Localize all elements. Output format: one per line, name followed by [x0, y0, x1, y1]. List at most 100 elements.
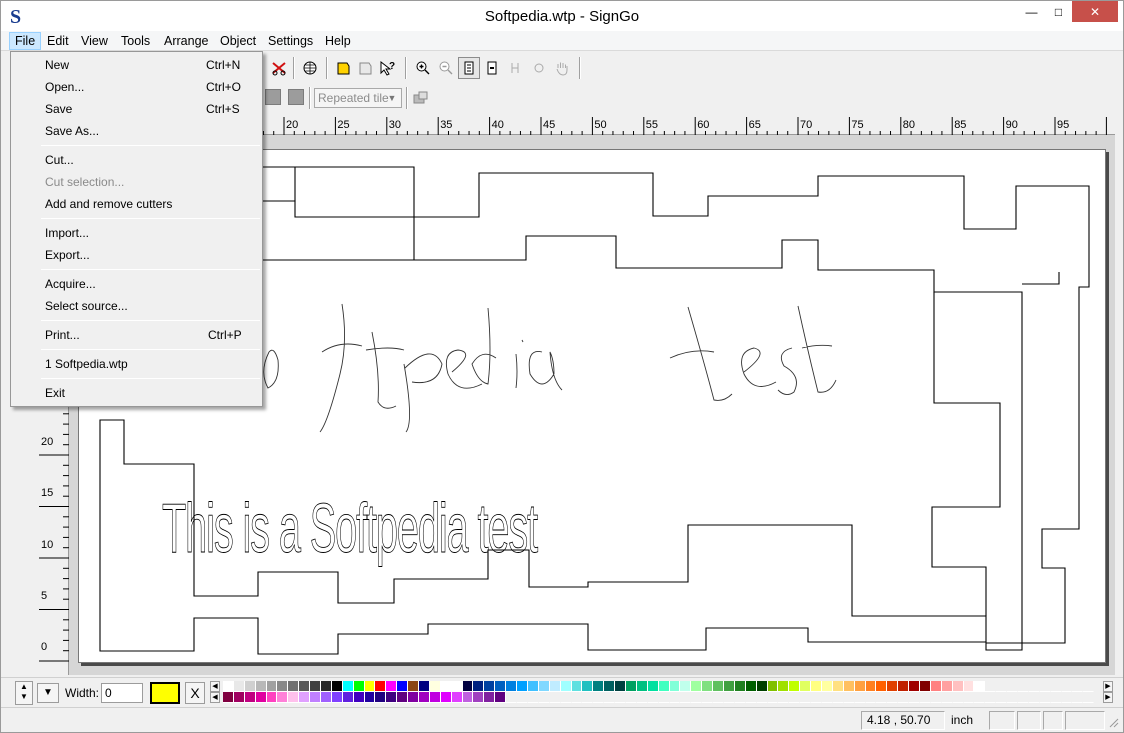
- palette-swatch[interactable]: [223, 681, 234, 692]
- color-palette[interactable]: [223, 681, 1100, 705]
- palette-swatch[interactable]: [615, 681, 626, 692]
- palette-swatch[interactable]: [549, 681, 561, 692]
- palette-swatch[interactable]: [952, 681, 964, 692]
- palette-scroll-left-icon[interactable]: ◀: [210, 681, 220, 692]
- width-input[interactable]: 0: [101, 683, 143, 703]
- palette-swatch[interactable]: [364, 681, 376, 692]
- palette-swatch[interactable]: [321, 692, 332, 703]
- palette-swatch[interactable]: [484, 681, 496, 692]
- palette-swatch[interactable]: [495, 681, 507, 692]
- palette-swatch[interactable]: [419, 692, 430, 703]
- menu-file[interactable]: File: [9, 32, 42, 50]
- palette-swatch[interactable]: [440, 681, 452, 692]
- weed-tool-icon[interactable]: [332, 57, 354, 79]
- menu-item-select-source[interactable]: Select source...: [12, 296, 261, 316]
- palette-swatch[interactable]: [233, 681, 245, 692]
- palette-swatch[interactable]: [321, 681, 332, 692]
- palette-swatch[interactable]: [419, 681, 430, 692]
- zoom-selection-icon[interactable]: [528, 57, 550, 79]
- menu-view[interactable]: View: [76, 32, 113, 50]
- palette-swatch[interactable]: [408, 681, 420, 692]
- palette-swatch[interactable]: [364, 692, 376, 703]
- palette-swatch[interactable]: [288, 692, 300, 703]
- palette-swatch[interactable]: [244, 692, 256, 703]
- palette-swatch[interactable]: [800, 681, 812, 692]
- palette-swatch[interactable]: [636, 681, 648, 692]
- palette-swatch[interactable]: [310, 681, 322, 692]
- palette-swatch[interactable]: [397, 681, 409, 692]
- palette-swatch[interactable]: [821, 681, 833, 692]
- handwriting-stroke-path[interactable]: [263, 303, 837, 433]
- zoom-width-icon[interactable]: [481, 57, 503, 79]
- palette-swatch[interactable]: [495, 692, 507, 703]
- palette-swatch[interactable]: [277, 692, 289, 703]
- menu-item-new[interactable]: New Ctrl+N: [12, 55, 261, 75]
- outline-text[interactable]: This is a Softpedia test: [162, 489, 541, 568]
- palette-swatch[interactable]: [669, 681, 681, 692]
- palette-swatch[interactable]: [571, 681, 583, 692]
- palette-swatch[interactable]: [440, 692, 452, 703]
- zoom-out-icon[interactable]: [435, 57, 457, 79]
- maximize-button[interactable]: □: [1045, 1, 1072, 22]
- palette-swatch[interactable]: [734, 681, 746, 692]
- pan-hand-icon[interactable]: [551, 57, 573, 79]
- palette-swatch[interactable]: [331, 681, 343, 692]
- zoom-height-icon[interactable]: [504, 57, 526, 79]
- palette-swatch[interactable]: [473, 681, 485, 692]
- palette-swatch[interactable]: [625, 681, 637, 692]
- palette-swatch[interactable]: [353, 692, 365, 703]
- menu-item-print[interactable]: Print... Ctrl+P: [12, 325, 261, 345]
- palette-swatch[interactable]: [462, 692, 474, 703]
- palette-swatch[interactable]: [865, 681, 877, 692]
- palette-swatch[interactable]: [604, 681, 616, 692]
- palette-swatch[interactable]: [386, 681, 398, 692]
- palette-swatch[interactable]: [266, 692, 278, 703]
- palette-swatch[interactable]: [811, 681, 822, 692]
- palette-swatch[interactable]: [451, 681, 463, 692]
- palette-scroll-right-icon[interactable]: ▶: [1103, 681, 1113, 692]
- palette-swatch[interactable]: [342, 681, 354, 692]
- palette-swatch[interactable]: [331, 692, 343, 703]
- palette-swatch[interactable]: [832, 681, 844, 692]
- menu-object[interactable]: Object: [215, 32, 261, 50]
- palette-swatch[interactable]: [527, 681, 539, 692]
- palette-swatch[interactable]: [963, 681, 975, 692]
- current-color-swatch[interactable]: [150, 682, 180, 704]
- palette-swatch[interactable]: [767, 681, 779, 692]
- palette-swatch[interactable]: [266, 681, 278, 692]
- delete-cutter-icon[interactable]: [268, 57, 290, 79]
- arrow-down-icon[interactable]: ▼: [37, 683, 59, 703]
- palette-swatch[interactable]: [691, 681, 703, 692]
- palette-swatch[interactable]: [909, 681, 920, 692]
- help-pointer-icon[interactable]: ?: [376, 57, 398, 79]
- palette-swatch[interactable]: [930, 681, 942, 692]
- palette-swatch[interactable]: [974, 681, 986, 692]
- palette-swatch[interactable]: [397, 692, 409, 703]
- palette-swatch[interactable]: [386, 692, 398, 703]
- menu-item-add-remove-cutters[interactable]: Add and remove cutters: [12, 194, 261, 214]
- palette-swatch[interactable]: [255, 692, 267, 703]
- palette-swatch[interactable]: [473, 692, 485, 703]
- palette-swatch[interactable]: [756, 681, 768, 692]
- zoom-page-icon[interactable]: [458, 57, 480, 79]
- palette-swatch[interactable]: [353, 681, 365, 692]
- palette-swatch[interactable]: [223, 692, 234, 703]
- minimize-button[interactable]: —: [1018, 1, 1045, 22]
- palette-swatch[interactable]: [255, 681, 267, 692]
- palette-swatch[interactable]: [778, 681, 790, 692]
- palette-swatch[interactable]: [941, 681, 953, 692]
- palette-swatch[interactable]: [843, 681, 855, 692]
- palette-swatch[interactable]: [342, 692, 354, 703]
- zoom-in-icon[interactable]: [412, 57, 434, 79]
- menu-item-save[interactable]: Save Ctrl+S: [12, 99, 261, 119]
- palette-swatch[interactable]: [429, 681, 441, 692]
- close-button[interactable]: ✕: [1072, 1, 1118, 22]
- menu-item-exit[interactable]: Exit: [12, 383, 261, 403]
- palette-swatch[interactable]: [723, 681, 735, 692]
- menu-item-acquire[interactable]: Acquire...: [12, 274, 261, 294]
- menu-item-export[interactable]: Export...: [12, 245, 261, 265]
- palette-swatch[interactable]: [451, 692, 463, 703]
- palette-swatch[interactable]: [538, 681, 550, 692]
- menu-item-import[interactable]: Import...: [12, 223, 261, 243]
- palette-swatch[interactable]: [277, 681, 289, 692]
